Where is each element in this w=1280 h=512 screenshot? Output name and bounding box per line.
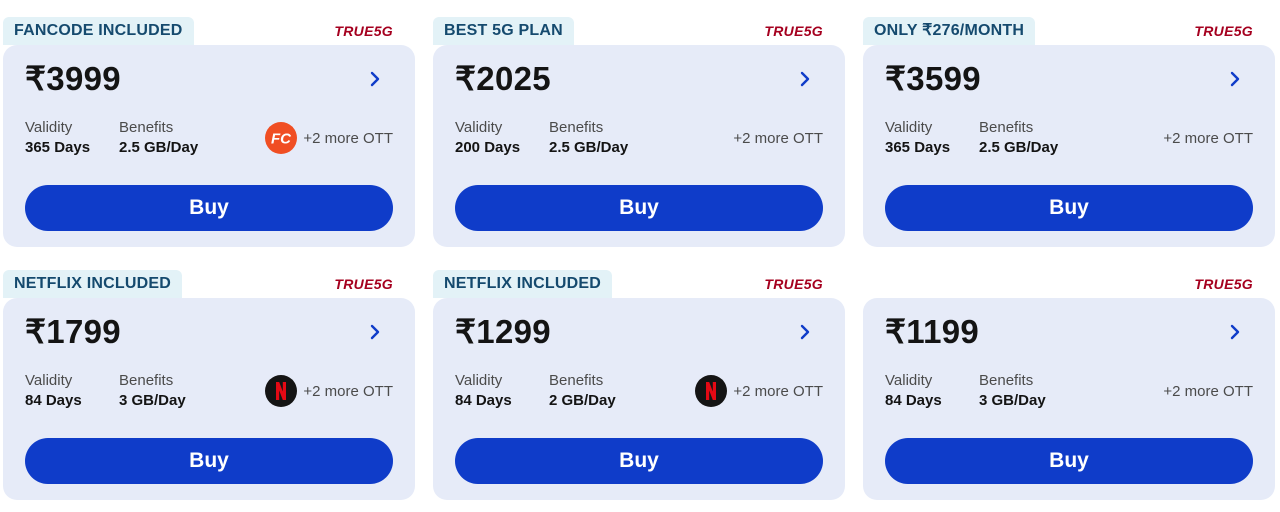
- plan-card: NETFLIX INCLUDED TRUE5G ₹1299 Validity 8…: [433, 270, 845, 502]
- chevron-right-icon[interactable]: [795, 322, 815, 342]
- buy-button[interactable]: Buy: [885, 438, 1253, 484]
- plan-price: ₹2025: [455, 60, 551, 97]
- netflix-icon: [695, 375, 728, 407]
- plan-tag: NETFLIX INCLUDED: [3, 270, 182, 298]
- ott-info: FC +2 more OTT: [695, 374, 823, 408]
- validity-label: Validity: [885, 119, 933, 136]
- chevron-right-icon[interactable]: [1225, 69, 1245, 89]
- plan-tag: FANCODE INCLUDED: [3, 17, 194, 45]
- plan-details[interactable]: ₹2025 Validity 200 Days Benefits 2.5 GB/…: [433, 45, 845, 247]
- true5g-badge: TRUE5G: [764, 276, 823, 292]
- netflix-icon: [265, 375, 298, 407]
- chevron-right-icon[interactable]: [795, 69, 815, 89]
- true5g-badge: TRUE5G: [334, 23, 393, 39]
- plan-price: ₹1799: [25, 313, 121, 350]
- ott-info: FC +2 more OTT: [265, 121, 393, 155]
- validity-value: 84 Days: [455, 392, 512, 409]
- benefits-label: Benefits: [119, 372, 174, 389]
- plan-card: ONLY ₹276/MONTH TRUE5G ₹3599 Validity 36…: [863, 17, 1275, 249]
- buy-button[interactable]: Buy: [25, 438, 393, 484]
- plan-details[interactable]: ₹3599 Validity 365 Days Benefits 2.5 GB/…: [863, 45, 1275, 247]
- true5g-badge: TRUE5G: [1194, 276, 1253, 292]
- buy-button[interactable]: Buy: [25, 185, 393, 231]
- validity-label: Validity: [455, 372, 503, 389]
- validity-value: 84 Days: [25, 392, 82, 409]
- plan-card: BEST 5G PLAN TRUE5G ₹2025 Validity 200 D…: [433, 17, 845, 249]
- plan-details[interactable]: ₹1299 Validity 84 Days Benefits 2 GB/Day…: [433, 298, 845, 500]
- validity-value: 365 Days: [25, 139, 91, 156]
- chevron-right-icon[interactable]: [1225, 322, 1245, 342]
- validity-value: 84 Days: [885, 392, 942, 409]
- plan-tag: NETFLIX INCLUDED: [433, 270, 612, 298]
- benefits-label: Benefits: [549, 372, 604, 389]
- plan-price: ₹3599: [885, 60, 981, 97]
- validity-label: Validity: [455, 119, 503, 136]
- true5g-badge: TRUE5G: [1194, 23, 1253, 39]
- benefits-label: Benefits: [979, 119, 1034, 136]
- benefits-value: 2.5 GB/Day: [979, 139, 1059, 156]
- more-ott-text: +2 more OTT: [303, 129, 393, 147]
- plan-details[interactable]: ₹1799 Validity 84 Days Benefits 3 GB/Day…: [3, 298, 415, 500]
- buy-button[interactable]: Buy: [455, 438, 823, 484]
- plan-price: ₹1299: [455, 313, 551, 350]
- plan-price: ₹1199: [885, 313, 980, 350]
- validity-label: Validity: [885, 372, 933, 389]
- more-ott-text: +2 more OTT: [303, 382, 393, 400]
- more-ott-text: +2 more OTT: [1163, 382, 1253, 400]
- more-ott-text: +2 more OTT: [1163, 129, 1253, 147]
- plan-tag: ONLY ₹276/MONTH: [863, 17, 1036, 45]
- buy-button[interactable]: Buy: [455, 185, 823, 231]
- benefits-label: Benefits: [119, 119, 174, 136]
- chevron-right-icon[interactable]: [365, 69, 385, 89]
- ott-info: FC +2 more OTT: [1163, 121, 1253, 155]
- plan-details[interactable]: ₹3999 Validity 365 Days Benefits 2.5 GB/…: [3, 45, 415, 247]
- ott-info: FC +2 more OTT: [733, 121, 823, 155]
- more-ott-text: +2 more OTT: [733, 382, 823, 400]
- benefits-value: 2 GB/Day: [549, 392, 616, 409]
- benefits-value: 3 GB/Day: [119, 392, 186, 409]
- true5g-badge: TRUE5G: [764, 23, 823, 39]
- plan-card: FANCODE INCLUDED TRUE5G ₹3999 Validity 3…: [3, 17, 415, 249]
- more-ott-text: +2 more OTT: [733, 129, 823, 147]
- validity-value: 200 Days: [455, 139, 521, 156]
- buy-button[interactable]: Buy: [885, 185, 1253, 231]
- validity-value: 365 Days: [885, 139, 951, 156]
- svg-text:FC: FC: [271, 131, 292, 148]
- plan-card: NETFLIX INCLUDED TRUE5G ₹1799 Validity 8…: [3, 270, 415, 502]
- validity-label: Validity: [25, 372, 73, 389]
- plan-tag: BEST 5G PLAN: [433, 17, 574, 45]
- benefits-value: 2.5 GB/Day: [119, 139, 199, 156]
- benefits-value: 3 GB/Day: [979, 392, 1046, 409]
- validity-label: Validity: [25, 119, 73, 136]
- chevron-right-icon[interactable]: [365, 322, 385, 342]
- benefits-label: Benefits: [979, 372, 1034, 389]
- plan-price: ₹3999: [25, 60, 121, 97]
- true5g-badge: TRUE5G: [334, 276, 393, 292]
- benefits-value: 2.5 GB/Day: [549, 139, 629, 156]
- fancode-icon: FC: [265, 122, 298, 154]
- plan-details[interactable]: ₹1199 Validity 84 Days Benefits 3 GB/Day…: [863, 298, 1275, 500]
- ott-info: FC +2 more OTT: [1163, 374, 1253, 408]
- plan-card: TRUE5G ₹1199 Validity 84 Days Benefits 3…: [863, 270, 1275, 502]
- ott-info: FC +2 more OTT: [265, 374, 393, 408]
- benefits-label: Benefits: [549, 119, 604, 136]
